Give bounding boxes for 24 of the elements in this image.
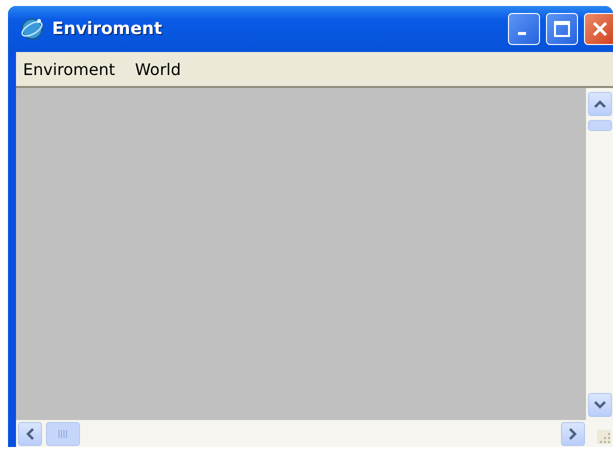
scroll-down-button[interactable] (588, 393, 612, 417)
chevron-up-icon (592, 99, 606, 109)
maximize-button[interactable] (546, 13, 578, 45)
horizontal-scrollbar[interactable] (16, 420, 587, 447)
minimize-icon (518, 32, 526, 34)
vertical-scrollbar[interactable] (586, 88, 613, 420)
window-title: Enviroment (52, 19, 162, 39)
grip-lines-icon (58, 430, 68, 438)
scroll-thumb[interactable] (46, 422, 80, 446)
resize-grip-icon[interactable] (597, 430, 611, 444)
app-icon (20, 17, 44, 41)
close-icon (591, 20, 609, 38)
menu-item[interactable]: World (135, 60, 181, 78)
scroll-left-button[interactable] (18, 422, 42, 446)
chevron-right-icon (568, 426, 578, 440)
close-button[interactable] (584, 13, 613, 45)
menu-item[interactable]: Enviroment (23, 60, 116, 78)
scroll-up-button[interactable] (588, 92, 612, 116)
scroll-thumb[interactable] (588, 120, 612, 131)
maximize-icon (553, 20, 571, 38)
chevron-down-icon (592, 400, 606, 410)
scroll-right-button[interactable] (561, 422, 585, 446)
minimize-button[interactable] (508, 13, 540, 45)
chevron-left-icon (25, 426, 35, 440)
